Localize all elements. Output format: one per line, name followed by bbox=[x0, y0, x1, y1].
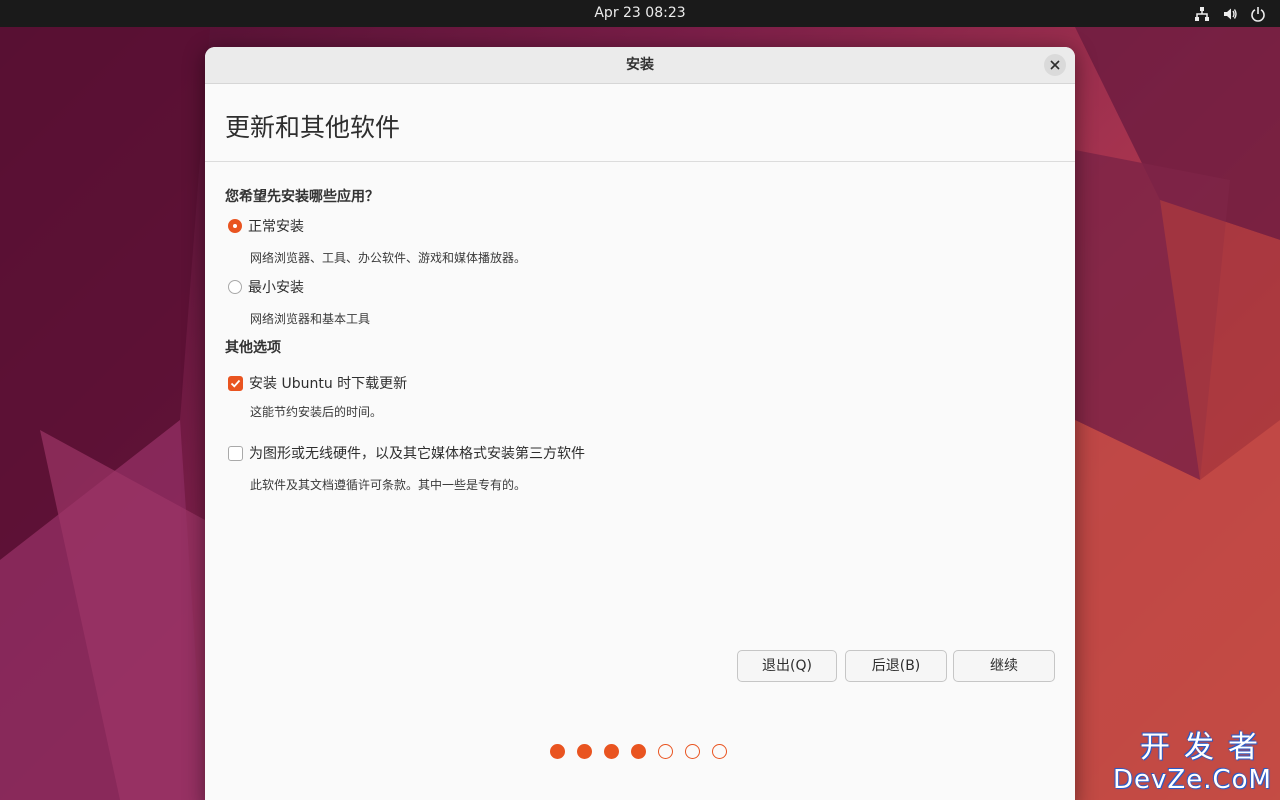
window-titlebar[interactable]: 安装 bbox=[205, 47, 1075, 84]
minimal-install-description: 网络浏览器和基本工具 bbox=[250, 312, 371, 326]
checkbox-unchecked-icon[interactable] bbox=[228, 445, 243, 461]
normal-install-radio[interactable]: 正常安装 bbox=[228, 216, 304, 236]
download-updates-description: 这能节约安装后的时间。 bbox=[250, 405, 383, 419]
normal-install-label: 正常安装 bbox=[248, 219, 304, 235]
other-options-heading: 其他选项 bbox=[225, 340, 281, 356]
radio-unselected-icon[interactable] bbox=[228, 280, 242, 294]
download-updates-label: 安装 Ubuntu 时下载更新 bbox=[249, 376, 408, 392]
quit-button[interactable]: 退出(Q) bbox=[737, 650, 837, 682]
progress-dot-completed bbox=[631, 744, 646, 759]
page-title: 更新和其他软件 bbox=[225, 113, 401, 142]
clock[interactable]: Apr 23 08:23 bbox=[0, 0, 1280, 27]
watermark-line1: 开发者 bbox=[1140, 730, 1272, 765]
progress-dots bbox=[550, 744, 727, 759]
progress-dot-pending bbox=[685, 744, 700, 759]
system-tray[interactable] bbox=[1194, 0, 1266, 27]
back-button[interactable]: 后退(B) bbox=[845, 650, 947, 682]
minimal-install-radio[interactable]: 最小安装 bbox=[228, 277, 304, 297]
checkbox-checked-icon[interactable] bbox=[228, 375, 243, 391]
watermark-logo: 开发者 DevZe.CoM bbox=[1113, 730, 1272, 795]
top-panel: Apr 23 08:23 bbox=[0, 0, 1280, 27]
normal-install-description: 网络浏览器、工具、办公软件、游戏和媒体播放器。 bbox=[250, 251, 527, 265]
progress-dot-pending bbox=[712, 744, 727, 759]
watermark-line2: DevZe.CoM bbox=[1113, 765, 1272, 795]
volume-icon[interactable] bbox=[1222, 6, 1238, 22]
minimal-install-label: 最小安装 bbox=[248, 280, 304, 296]
install-type-heading: 您希望先安装哪些应用？ bbox=[225, 189, 379, 205]
close-icon bbox=[1050, 60, 1060, 70]
progress-dot-completed bbox=[604, 744, 619, 759]
progress-dot-completed bbox=[550, 744, 565, 759]
radio-selected-icon[interactable] bbox=[228, 219, 242, 233]
network-icon[interactable] bbox=[1194, 6, 1210, 22]
close-button[interactable] bbox=[1044, 54, 1066, 76]
progress-dot-completed bbox=[577, 744, 592, 759]
installer-window: 安装 更新和其他软件 您希望先安装哪些应用？ 正常安装 网络浏览器、工具、办公软… bbox=[205, 47, 1075, 800]
progress-dot-pending bbox=[658, 744, 673, 759]
continue-button[interactable]: 继续 bbox=[953, 650, 1055, 682]
download-updates-checkbox[interactable]: 安装 Ubuntu 时下载更新 bbox=[228, 373, 407, 393]
power-icon[interactable] bbox=[1250, 6, 1266, 22]
page-header: 更新和其他软件 bbox=[205, 84, 1075, 162]
third-party-checkbox[interactable]: 为图形或无线硬件，以及其它媒体格式安装第三方软件 bbox=[228, 443, 585, 463]
third-party-label: 为图形或无线硬件，以及其它媒体格式安装第三方软件 bbox=[249, 446, 585, 462]
third-party-description: 此软件及其文档遵循许可条款。其中一些是专有的。 bbox=[250, 478, 527, 492]
window-title: 安装 bbox=[626, 57, 654, 73]
